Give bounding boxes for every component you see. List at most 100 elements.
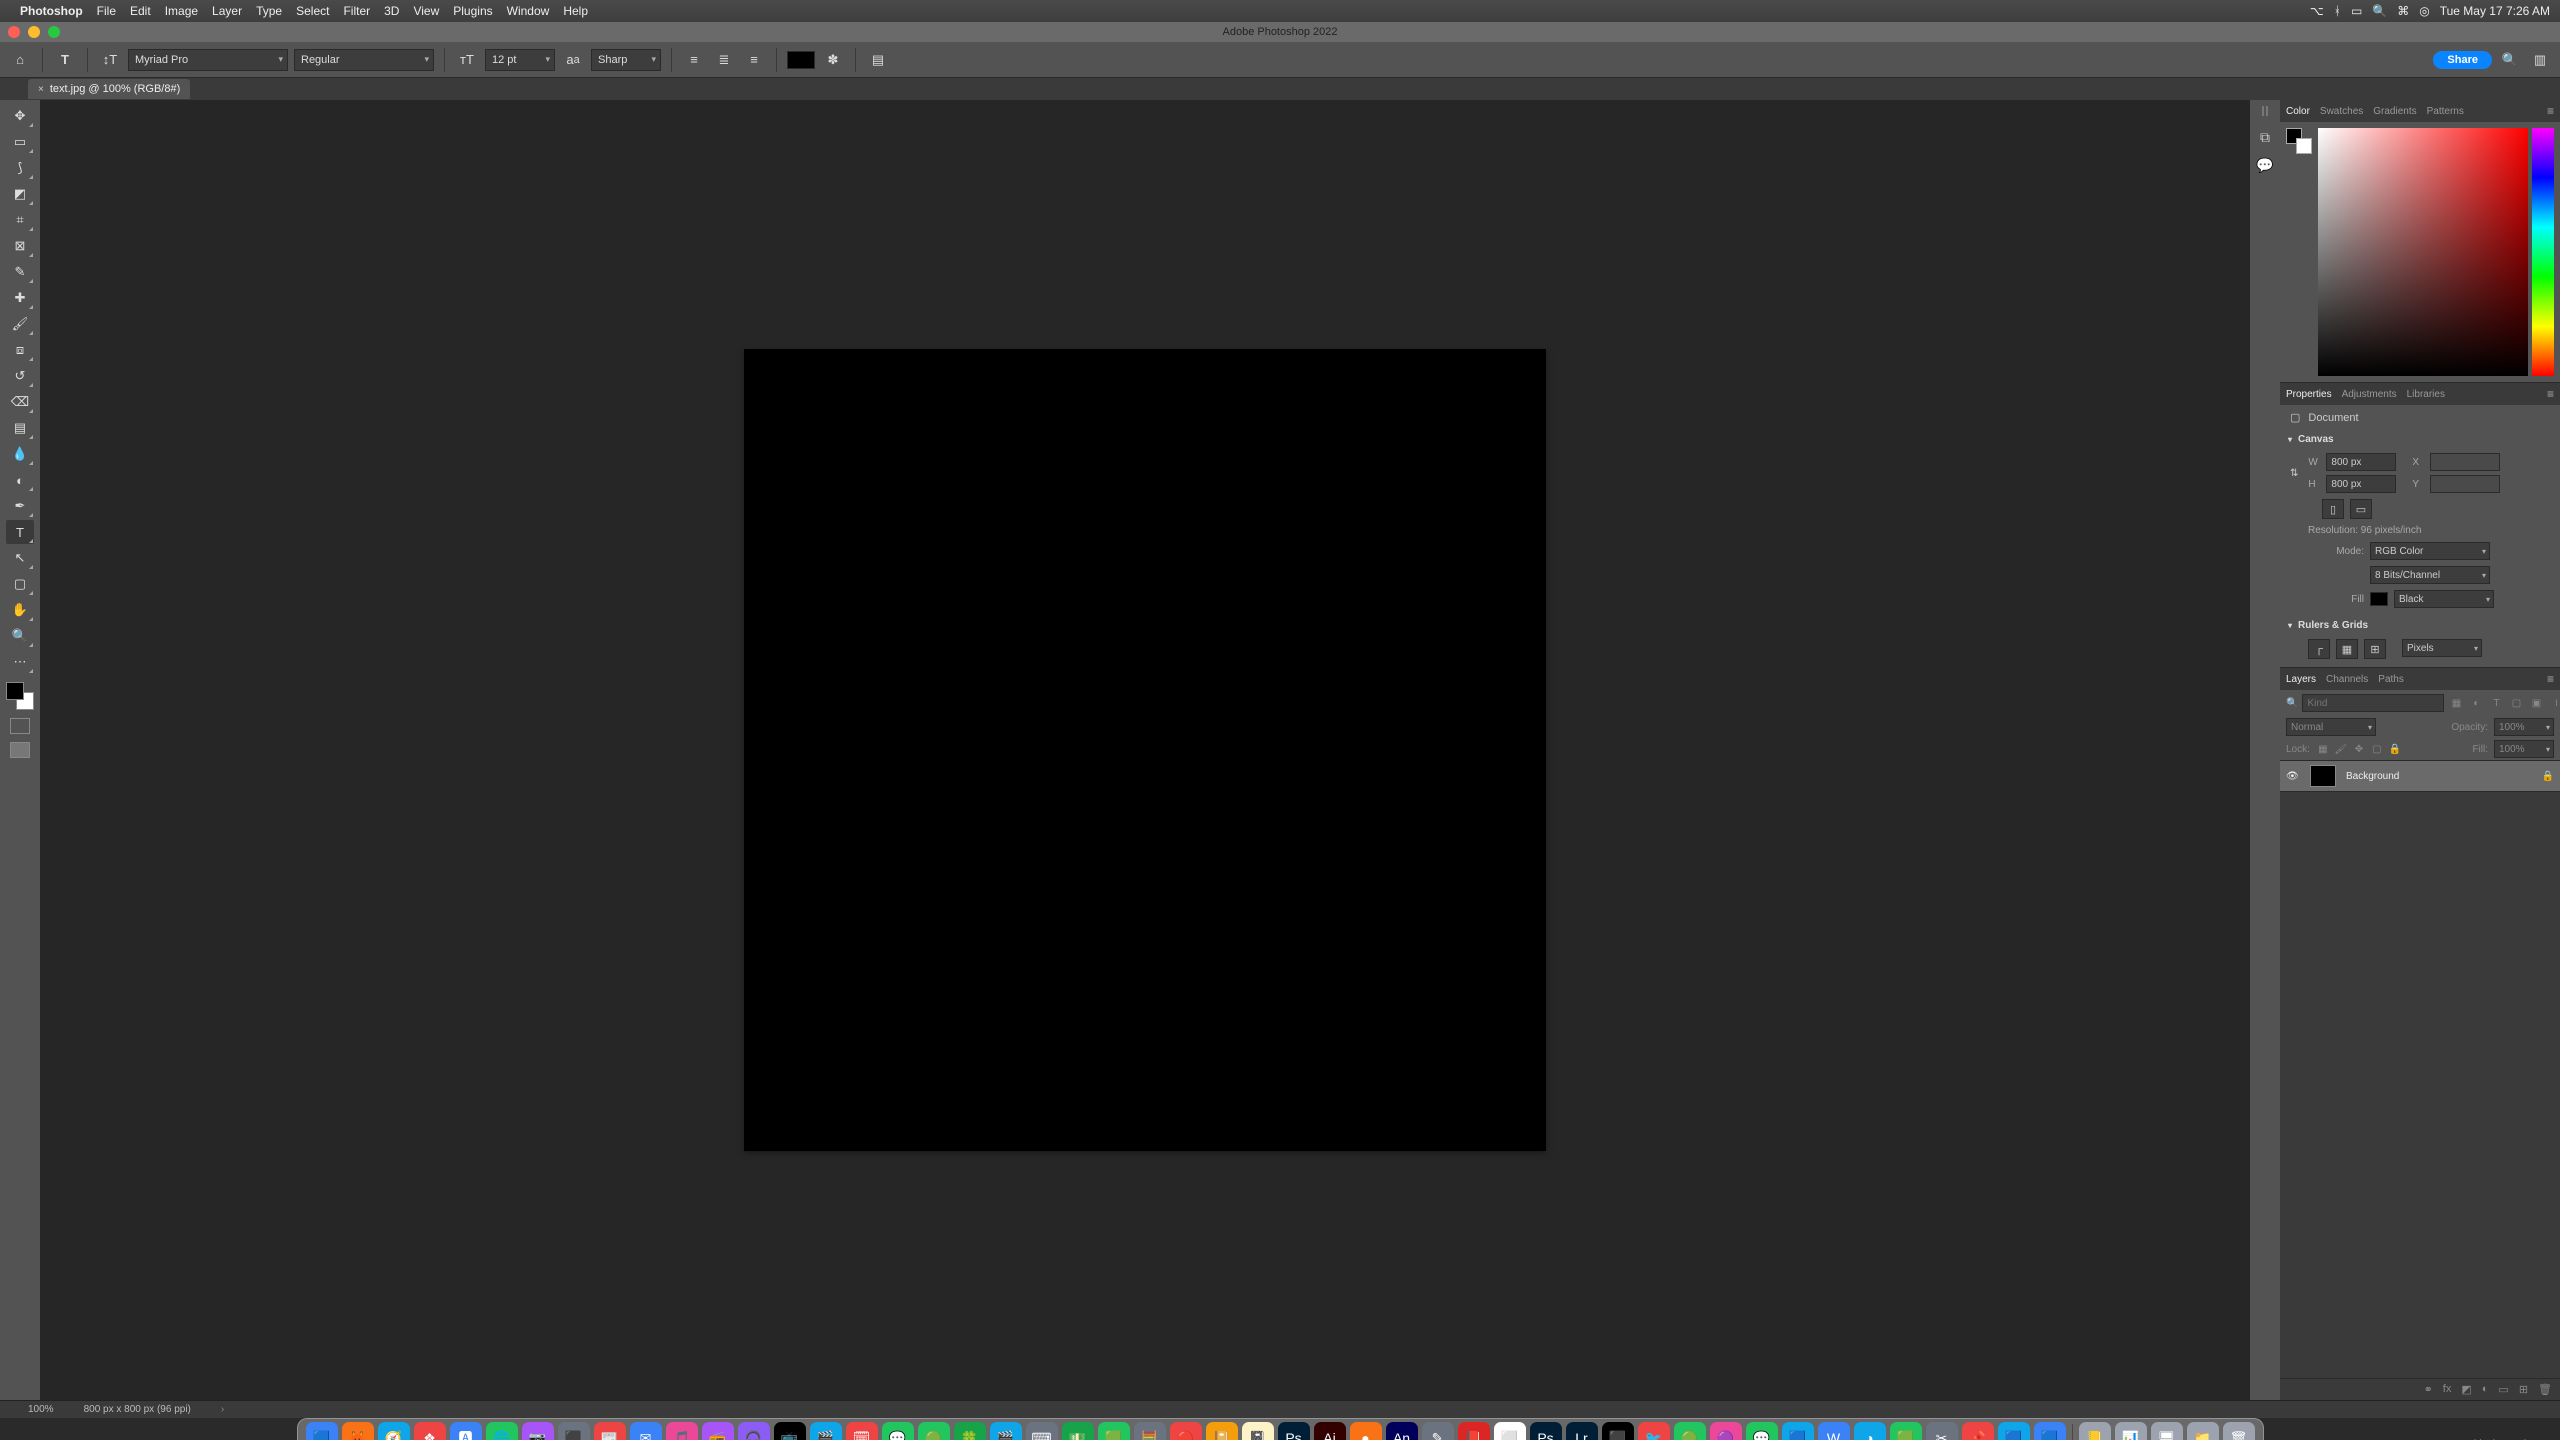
dock-app[interactable]: 🟣 bbox=[1710, 1422, 1742, 1440]
zoom-button[interactable] bbox=[48, 26, 60, 38]
dock-app[interactable]: ⬜ bbox=[1494, 1422, 1526, 1440]
minimize-button[interactable] bbox=[28, 26, 40, 38]
dock-app[interactable]: ✉ bbox=[630, 1422, 662, 1440]
filter-toggle-icon[interactable]: ⏽ bbox=[2548, 695, 2560, 711]
lock-all-icon[interactable]: 🔒 bbox=[2388, 742, 2402, 756]
dock-app[interactable]: ⬛ bbox=[1602, 1422, 1634, 1440]
antialias-select[interactable]: Sharp bbox=[591, 49, 661, 71]
link-layers-icon[interactable]: ⚭ bbox=[2424, 1383, 2433, 1396]
pen-tool[interactable]: ✒ bbox=[6, 494, 34, 518]
zoom-level[interactable]: 100% bbox=[28, 1404, 54, 1415]
dock-app[interactable]: 🟦 bbox=[1998, 1422, 2030, 1440]
workspace-icon[interactable]: ▥ bbox=[2528, 48, 2552, 72]
rulers-icon[interactable]: ┌ bbox=[2308, 639, 2330, 659]
tab-channels[interactable]: Channels bbox=[2326, 674, 2368, 685]
menu-file[interactable]: File bbox=[97, 4, 116, 18]
spotlight-icon[interactable]: 🔍 bbox=[2372, 4, 2387, 18]
dock-app[interactable]: 📰 bbox=[594, 1422, 626, 1440]
font-size-select[interactable]: 12 pt bbox=[485, 49, 555, 71]
dock-app[interactable]: Ai bbox=[1314, 1422, 1346, 1440]
dock-app[interactable]: 📌 bbox=[1962, 1422, 1994, 1440]
tab-paths[interactable]: Paths bbox=[2378, 674, 2404, 685]
canvas-width-input[interactable]: 800 px bbox=[2326, 453, 2396, 471]
panel-menu-icon[interactable]: ≡ bbox=[2547, 672, 2554, 686]
frame-tool[interactable]: ⊠ bbox=[6, 234, 34, 258]
dock-app[interactable]: Ps bbox=[1530, 1422, 1562, 1440]
tab-swatches[interactable]: Swatches bbox=[2320, 106, 2363, 117]
fx-icon[interactable]: fx bbox=[2443, 1383, 2452, 1396]
healing-brush-tool[interactable]: ✚ bbox=[6, 286, 34, 310]
character-panel-icon[interactable]: ▤ bbox=[866, 48, 890, 72]
tool-preset-icon[interactable]: T bbox=[53, 48, 77, 72]
dock-app[interactable]: 📓 bbox=[1242, 1422, 1274, 1440]
control-center-icon[interactable]: ⌘ bbox=[2397, 4, 2409, 18]
path-select-tool[interactable]: ↖ bbox=[6, 546, 34, 570]
blur-tool[interactable]: 💧 bbox=[6, 442, 34, 466]
dock-app[interactable]: 🎬 bbox=[810, 1422, 842, 1440]
dock-app[interactable]: 🎵 bbox=[666, 1422, 698, 1440]
tab-adjustments[interactable]: Adjustments bbox=[2342, 389, 2397, 400]
app-name[interactable]: Photoshop bbox=[20, 4, 83, 18]
dock-app[interactable]: 💵 bbox=[1062, 1422, 1094, 1440]
dock-app[interactable]: 📻 bbox=[702, 1422, 734, 1440]
dock-app[interactable]: ⬛ bbox=[558, 1422, 590, 1440]
dock-app[interactable]: 💬 bbox=[882, 1422, 914, 1440]
dock-app[interactable]: 📊 bbox=[2115, 1422, 2147, 1440]
menu-filter[interactable]: Filter bbox=[343, 4, 370, 18]
dock-app[interactable]: W bbox=[1818, 1422, 1850, 1440]
trash-icon[interactable]: 🗑 bbox=[2538, 1383, 2552, 1396]
more-tool[interactable]: ⋯ bbox=[6, 650, 34, 674]
type-tool[interactable]: T bbox=[6, 520, 34, 544]
landscape-icon[interactable]: ▭ bbox=[2350, 499, 2372, 519]
lasso-tool[interactable]: ⟆ bbox=[6, 156, 34, 180]
unit-select[interactable]: Pixels bbox=[2402, 639, 2482, 657]
dock-app[interactable]: 💬 bbox=[1746, 1422, 1778, 1440]
siri-icon[interactable]: ◎ bbox=[2419, 4, 2429, 18]
chevron-right-icon[interactable]: › bbox=[221, 1404, 224, 1415]
filter-smart-icon[interactable]: ▣ bbox=[2528, 695, 2544, 711]
canvas-y-input[interactable] bbox=[2430, 475, 2500, 493]
layer-thumbnail[interactable] bbox=[2310, 765, 2336, 787]
bluetooth-icon[interactable]: ᚼ bbox=[2334, 4, 2341, 18]
gradient-tool[interactable]: ▤ bbox=[6, 416, 34, 440]
tab-gradients[interactable]: Gradients bbox=[2373, 106, 2416, 117]
move-tool[interactable]: ✥ bbox=[6, 104, 34, 128]
dock-app[interactable]: 🎧 bbox=[738, 1422, 770, 1440]
menu-3d[interactable]: 3D bbox=[384, 4, 399, 18]
canvas-area[interactable] bbox=[40, 100, 2250, 1400]
dock-app[interactable]: 🟦 bbox=[2034, 1422, 2066, 1440]
warp-text-icon[interactable]: ✽ bbox=[821, 48, 845, 72]
dock-app[interactable]: 🧮 bbox=[1134, 1422, 1166, 1440]
menu-window[interactable]: Window bbox=[507, 4, 550, 18]
menu-help[interactable]: Help bbox=[563, 4, 588, 18]
hue-slider[interactable] bbox=[2532, 128, 2554, 376]
fill-select[interactable]: Black bbox=[2394, 590, 2494, 608]
eyedropper-tool[interactable]: ✎ bbox=[6, 260, 34, 284]
layer-fill-select[interactable]: 100% bbox=[2494, 740, 2554, 758]
history-brush-tool[interactable]: ↺ bbox=[6, 364, 34, 388]
zoom-tool[interactable]: 🔍 bbox=[6, 624, 34, 648]
dock-app[interactable]: 📔 bbox=[1206, 1422, 1238, 1440]
dock-app[interactable]: 🟦 bbox=[306, 1422, 338, 1440]
dock-app[interactable]: 🦊 bbox=[342, 1422, 374, 1440]
layer-name[interactable]: Background bbox=[2346, 771, 2399, 782]
color-fgbg[interactable] bbox=[2286, 128, 2314, 376]
menu-plugins[interactable]: Plugins bbox=[453, 4, 492, 18]
dock-app[interactable]: 🧭 bbox=[378, 1422, 410, 1440]
filter-pixel-icon[interactable]: ▦ bbox=[2448, 695, 2464, 711]
tab-libraries[interactable]: Libraries bbox=[2407, 389, 2445, 400]
dock-app[interactable]: An bbox=[1386, 1422, 1418, 1440]
canvas-section-header[interactable]: ▾ Canvas bbox=[2280, 430, 2560, 449]
tab-layers[interactable]: Layers bbox=[2286, 674, 2316, 685]
dock-app[interactable]: 📁 bbox=[2187, 1422, 2219, 1440]
grid-icon[interactable]: ▦ bbox=[2336, 639, 2358, 659]
screenmode-icon[interactable] bbox=[10, 742, 30, 758]
dock-app[interactable]: ✂ bbox=[1926, 1422, 1958, 1440]
foreground-background-swatch[interactable] bbox=[6, 682, 34, 710]
wifi-icon[interactable]: ⌥ bbox=[2310, 4, 2324, 18]
visibility-icon[interactable]: 👁 bbox=[2286, 771, 2300, 782]
dock-app[interactable]: 🔴 bbox=[1170, 1422, 1202, 1440]
dock-app[interactable]: 🗑 bbox=[2223, 1422, 2255, 1440]
battery-icon[interactable]: ▭ bbox=[2351, 4, 2362, 18]
align-left-icon[interactable]: ≡ bbox=[682, 48, 706, 72]
